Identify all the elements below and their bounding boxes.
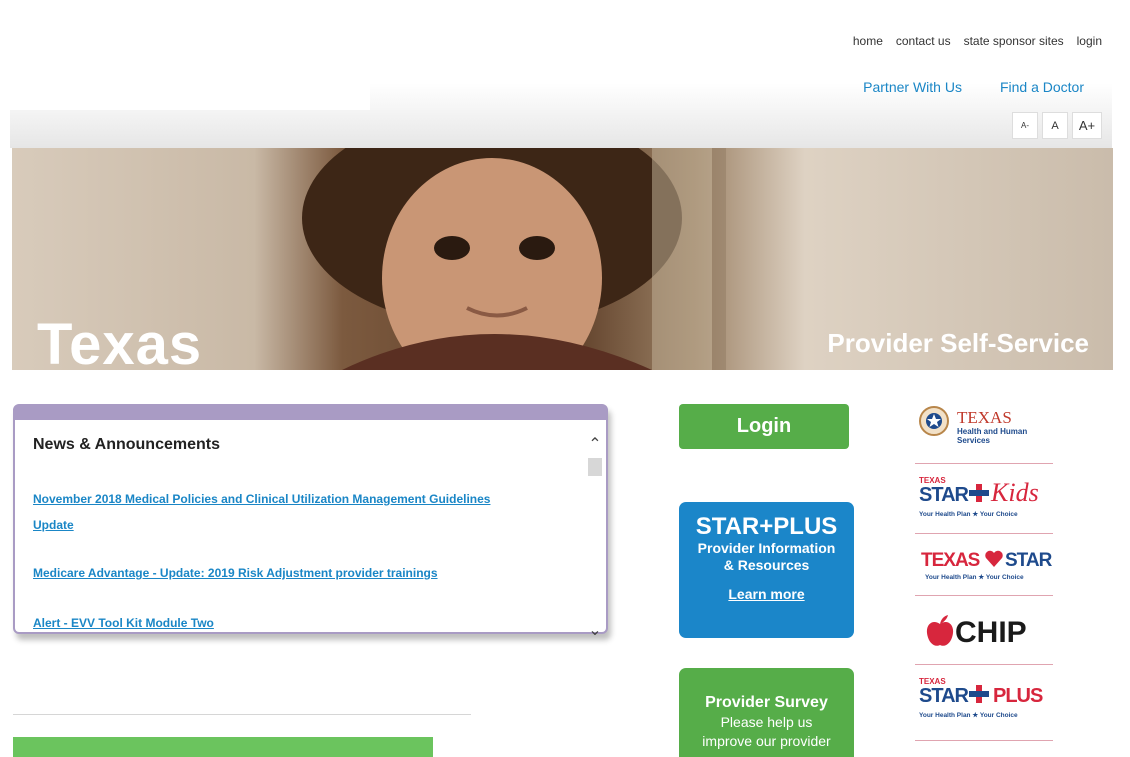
star-kids-logo[interactable]: TEXAS STAR Kids Your Health Plan ★ Your … — [915, 470, 1053, 526]
chevron-down-icon[interactable]: ⌄ — [586, 622, 604, 640]
main-nav: Partner With Us Find a Doctor — [863, 79, 1084, 95]
find-a-doctor-link[interactable]: Find a Doctor — [1000, 79, 1084, 95]
starplus-line2: & Resources — [723, 557, 810, 573]
font-increase-button[interactable]: A+ — [1072, 112, 1102, 139]
learn-more-link[interactable]: Learn more — [728, 586, 804, 602]
font-size-controls: A- A A+ — [1012, 112, 1102, 139]
home-link[interactable]: home — [853, 34, 883, 48]
texas-star-left: TEXAS — [921, 550, 980, 571]
state-sponsor-sites-link[interactable]: state sponsor sites — [964, 34, 1064, 48]
star-plus-name: STAR — [919, 685, 969, 707]
font-decrease-button[interactable]: A- — [1012, 112, 1038, 139]
texas-star-tagline: Your Health Plan ★ Your Choice — [925, 574, 1024, 581]
starplus-line1: Provider Information — [697, 540, 836, 556]
survey-line2: improve our provider — [702, 733, 831, 749]
hhs-logo-sub1: Health and Human — [957, 427, 1028, 436]
star-kids-tagline: Your Health Plan ★ Your Choice — [919, 511, 1018, 518]
starplus-promo[interactable]: STAR+PLUS Provider Information & Resourc… — [679, 502, 854, 638]
chevron-up-icon[interactable]: ⌃ — [586, 436, 604, 454]
star-plus-tagline: Your Health Plan ★ Your Choice — [919, 712, 1018, 719]
chip-logo-name: CHIP — [955, 616, 1027, 649]
chip-logo[interactable]: CHIP — [915, 602, 1053, 660]
hhs-seal-icon — [919, 406, 949, 436]
apple-icon — [926, 615, 954, 646]
font-normal-button[interactable]: A — [1042, 112, 1068, 139]
news-scrollbar[interactable]: ⌃ ⌄ — [586, 430, 604, 639]
cross-icon — [969, 484, 989, 502]
news-panel: News & Announcements November 2018 Medic… — [13, 404, 608, 639]
survey-title: Provider Survey — [705, 694, 828, 711]
partner-with-us-link[interactable]: Partner With Us — [863, 79, 962, 95]
star-kids-name: STAR — [919, 484, 969, 506]
site-header: home contact us state sponsor sites logi… — [10, 4, 1112, 148]
news-link-medical-policies-cont[interactable]: Update — [33, 512, 74, 538]
green-section-bar[interactable] — [13, 737, 433, 757]
hhs-logo-sub2: Services — [957, 436, 990, 445]
logo-divider — [915, 664, 1053, 665]
provider-survey-promo[interactable]: Provider Survey Please help us improve o… — [679, 668, 854, 757]
login-link[interactable]: login — [1077, 34, 1102, 48]
cross-icon — [969, 685, 989, 703]
logo-divider — [915, 463, 1053, 464]
utility-nav: home contact us state sponsor sites logi… — [853, 34, 1102, 48]
logo-divider — [915, 533, 1053, 534]
divider — [13, 714, 471, 715]
survey-line1: Please help us — [720, 714, 813, 730]
star-plus-plus: PLUS — [993, 685, 1043, 707]
texas-hhs-logo[interactable]: TEXAS Health and Human Services — [915, 398, 1053, 458]
heart-icon — [985, 550, 1003, 567]
star-plus-logo[interactable]: TEXAS STAR PLUS Your Health Plan ★ Your … — [915, 671, 1053, 727]
logo-divider — [915, 740, 1053, 741]
news-heading: News & Announcements — [33, 436, 220, 453]
login-button[interactable]: Login — [679, 404, 849, 449]
news-link-medical-policies[interactable]: November 2018 Medical Policies and Clini… — [33, 486, 490, 512]
header-logo-area — [10, 4, 370, 110]
hhs-logo-name: TEXAS — [957, 408, 1012, 427]
hero-banner: Texas Provider Self-Service — [12, 148, 1113, 370]
starplus-title: STAR+PLUS — [695, 513, 838, 540]
texas-star-right: STAR — [1005, 550, 1052, 571]
logo-divider — [915, 595, 1053, 596]
scroll-thumb[interactable] — [588, 458, 602, 476]
news-link-medicare-advantage[interactable]: Medicare Advantage - Update: 2019 Risk A… — [33, 560, 438, 586]
banner-title: Texas — [37, 312, 203, 371]
contact-us-link[interactable]: contact us — [896, 34, 951, 48]
star-kids-script: Kids — [991, 478, 1039, 507]
banner-subtitle: Provider Self-Service — [827, 328, 1089, 358]
texas-star-logo[interactable]: TEXAS STAR Your Health Plan ★ Your Choic… — [915, 540, 1053, 590]
news-link-evv-toolkit[interactable]: Alert - EVV Tool Kit Module Two — [33, 610, 214, 636]
